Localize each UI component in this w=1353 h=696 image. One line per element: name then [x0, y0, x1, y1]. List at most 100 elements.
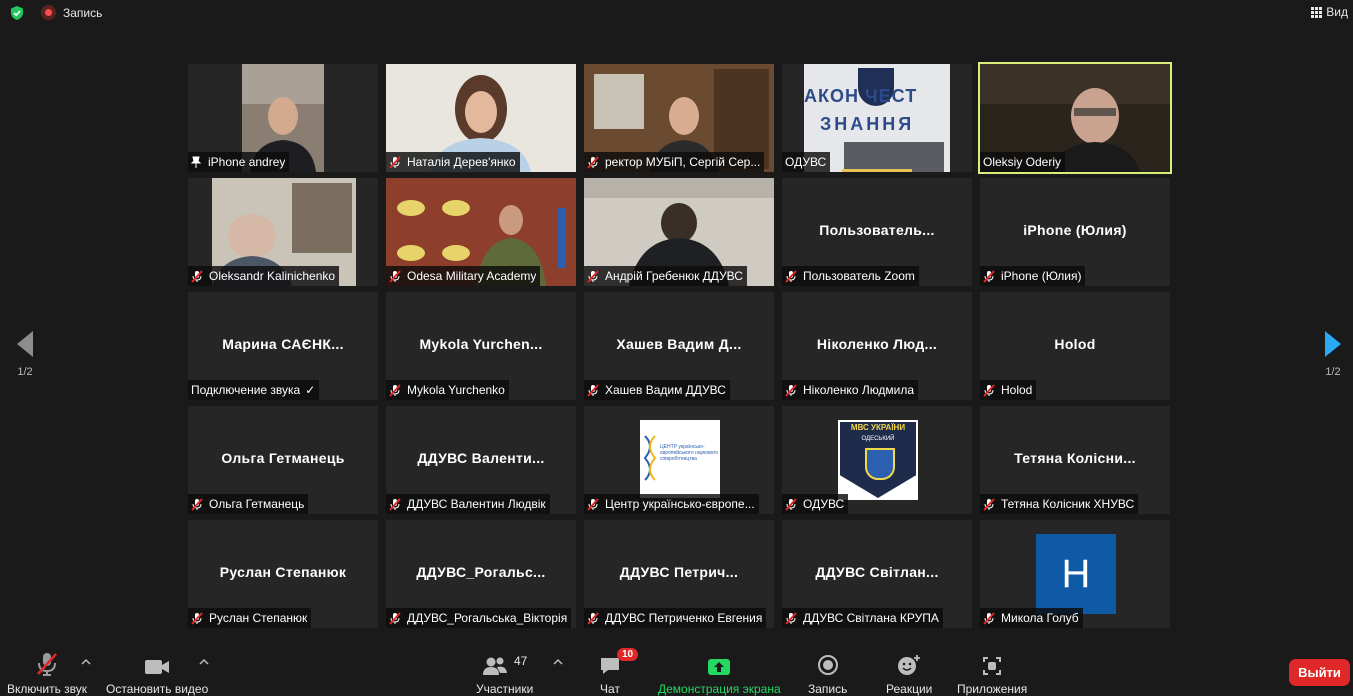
chevron-up-icon[interactable] — [81, 658, 91, 666]
pin-icon — [191, 156, 201, 168]
muted-mic-icon — [191, 497, 203, 511]
participant-tile[interactable]: ЦЕНТР українсько-європейського наукового… — [584, 406, 774, 514]
participant-tile[interactable]: Mykola Yurchen... Mykola Yurchenko — [386, 292, 576, 400]
participant-name-label: Ніколенко Людмила — [782, 380, 919, 400]
participant-tile[interactable]: Пользователь... Пользователь Zoom — [782, 178, 972, 286]
participant-display-name: ДДУВС Валенти... — [417, 450, 545, 466]
participant-tile-active-speaker[interactable]: Oleksiy Oderiy — [978, 62, 1172, 174]
participant-tile[interactable]: Андрій Гребенюк ДДУВС — [584, 178, 774, 286]
participant-name-label: ОДУВС — [782, 494, 849, 514]
muted-mic-icon — [983, 611, 995, 625]
chevron-up-icon[interactable] — [553, 658, 563, 666]
participant-name-label: ДДУВС_Рогальська_Вікторія — [386, 608, 572, 628]
page-indicator-right: 1/2 — [1325, 366, 1341, 378]
participant-display-name: ДДУВС Петрич... — [619, 564, 739, 580]
participant-display-name: Хашев Вадим Д... — [616, 336, 742, 352]
participant-tile[interactable]: ДДУВС Світлан... ДДУВС Світлана КРУПА — [782, 520, 972, 628]
muted-mic-icon — [389, 155, 401, 169]
participant-name-label: Holod — [980, 380, 1037, 400]
recording-label: Запись — [63, 5, 103, 20]
check-icon: ✓ — [305, 383, 316, 397]
chat-bubble-icon — [601, 658, 619, 674]
participant-name-label: Пользователь Zoom — [782, 266, 919, 286]
muted-mic-icon — [587, 497, 599, 511]
dna-logo-icon — [643, 435, 657, 481]
leave-button[interactable]: Выйти — [1289, 659, 1350, 686]
participant-tile[interactable]: Ольга Гетманець Ольга Гетманець — [188, 406, 378, 514]
participant-display-name: ДДУВС Світлан... — [815, 564, 939, 580]
participant-tile[interactable]: ДДУВС Петрич... ДДУВС Петриченко Евгения — [584, 520, 774, 628]
apps-button[interactable]: Приложения — [957, 652, 1027, 696]
banner-text: АКОН ЧЕСТ — [804, 86, 918, 106]
muted-mic-icon — [191, 269, 203, 283]
reactions-button[interactable]: Реакции — [886, 652, 932, 696]
participant-tile[interactable]: Марина САЄНК... Подключение звука ✓ — [188, 292, 378, 400]
chat-button[interactable]: 10 Чат — [599, 648, 639, 696]
participant-display-name: Ольга Гетманець — [221, 450, 345, 466]
participant-tile[interactable]: Наталія Дерев'янко — [386, 64, 576, 172]
participant-name-label: ректор МУБіП, Сергій Сер... — [584, 152, 765, 172]
view-label: Вид — [1326, 5, 1348, 19]
prev-page-button[interactable]: 1/2 — [10, 330, 40, 378]
participant-name-label: Odesa Military Academy — [386, 266, 541, 286]
participant-display-name: Mykola Yurchen... — [419, 336, 543, 352]
participant-tile[interactable]: ректор МУБіП, Сергій Сер... — [584, 64, 774, 172]
muted-mic-icon — [983, 383, 995, 397]
participant-name-label: Mykola Yurchenko — [386, 380, 509, 400]
participant-name-label: Центр українсько-європе... — [584, 494, 759, 514]
share-screen-button[interactable]: Демонстрация экрана — [658, 652, 781, 696]
video-camera-icon — [145, 660, 170, 674]
participant-tile[interactable]: МВС УКРАЇНИ ОДЕСЬКИЙ ОДУВС — [782, 406, 972, 514]
muted-mic-icon — [389, 497, 401, 511]
participants-button[interactable]: 47 Участники — [476, 652, 533, 696]
participant-tile[interactable]: iPhone (Юлия) iPhone (Юлия) — [980, 178, 1170, 286]
share-screen-icon — [708, 659, 731, 675]
meeting-toolbar: Включить звук Остановить видео 47 Участн… — [0, 644, 1353, 696]
participant-tile[interactable]: Тетяна Колісни... Тетяна Колісник ХНУВС — [980, 406, 1170, 514]
participant-tile[interactable]: H Микола Голуб — [980, 520, 1170, 628]
participant-name-label: ОДУВС — [782, 152, 831, 172]
participant-display-name: Марина САЄНК... — [222, 336, 344, 352]
participant-tile[interactable]: Руслан Степанюк Руслан Степанюк — [188, 520, 378, 628]
participants-count: 47 — [513, 654, 528, 668]
participant-display-name: ДДУВС_Рогальс... — [416, 564, 546, 580]
participant-tile[interactable]: Odesa Military Academy — [386, 178, 576, 286]
recording-indicator[interactable]: Запись — [41, 5, 102, 20]
participant-tile[interactable]: iPhone andrey — [188, 64, 378, 172]
arrow-right-icon — [1325, 331, 1341, 357]
recording-dot-icon — [41, 5, 56, 20]
muted-mic-icon — [191, 611, 203, 625]
next-page-button[interactable]: 1/2 — [1318, 330, 1348, 378]
police-badge-logo: МВС УКРАЇНИ ОДЕСЬКИЙ — [838, 420, 918, 500]
participant-display-name: Руслан Степанюк — [219, 564, 347, 580]
participant-name-label: ДДУВС Петриченко Евгения — [584, 608, 767, 628]
trident-emblem-icon — [865, 448, 895, 480]
participant-name-label: Подключение звука ✓ — [188, 380, 320, 400]
grid-view-icon — [1311, 6, 1323, 18]
stop-video-button[interactable]: Остановить видео — [106, 652, 208, 696]
muted-mic-icon — [587, 155, 599, 169]
participant-tile[interactable]: Holod Holod — [980, 292, 1170, 400]
muted-mic-icon — [587, 611, 599, 625]
security-shield-icon[interactable] — [9, 5, 25, 21]
participant-tile[interactable]: АКОН ЧЕСТ ЗНАННЯ ОДУВС — [782, 64, 972, 172]
apps-icon — [983, 657, 1002, 675]
participant-tile[interactable]: Хашев Вадим Д... Хашев Вадим ДДУВС — [584, 292, 774, 400]
participant-name-label: Хашев Вадим ДДУВС — [584, 380, 730, 400]
view-button[interactable]: Вид — [1311, 5, 1348, 19]
logo-text: ЦЕНТР українсько-європейського наукового… — [660, 444, 718, 462]
record-button[interactable]: Запись — [808, 652, 847, 696]
chevron-up-icon[interactable] — [199, 658, 209, 666]
smiley-plus-icon — [898, 655, 921, 675]
participant-tile[interactable]: ДДУВС Валенти... ДДУВС Валентин Людвік — [386, 406, 576, 514]
muted-mic-icon — [983, 269, 995, 283]
muted-mic-icon — [983, 497, 995, 511]
participant-tile[interactable]: Ніколенко Люд... Ніколенко Людмила — [782, 292, 972, 400]
muted-mic-icon — [785, 269, 797, 283]
chat-badge: 10 — [617, 648, 639, 661]
participant-name-label: ДДУВС Валентин Людвік — [386, 494, 550, 514]
participant-name-label: ДДУВС Світлана КРУПА — [782, 608, 943, 628]
participant-tile[interactable]: Oleksandr Kalinichenko — [188, 178, 378, 286]
unmute-button[interactable]: Включить звук — [7, 652, 87, 696]
participant-tile[interactable]: ДДУВС_Рогальс... ДДУВС_Рогальська_Віктор… — [386, 520, 576, 628]
